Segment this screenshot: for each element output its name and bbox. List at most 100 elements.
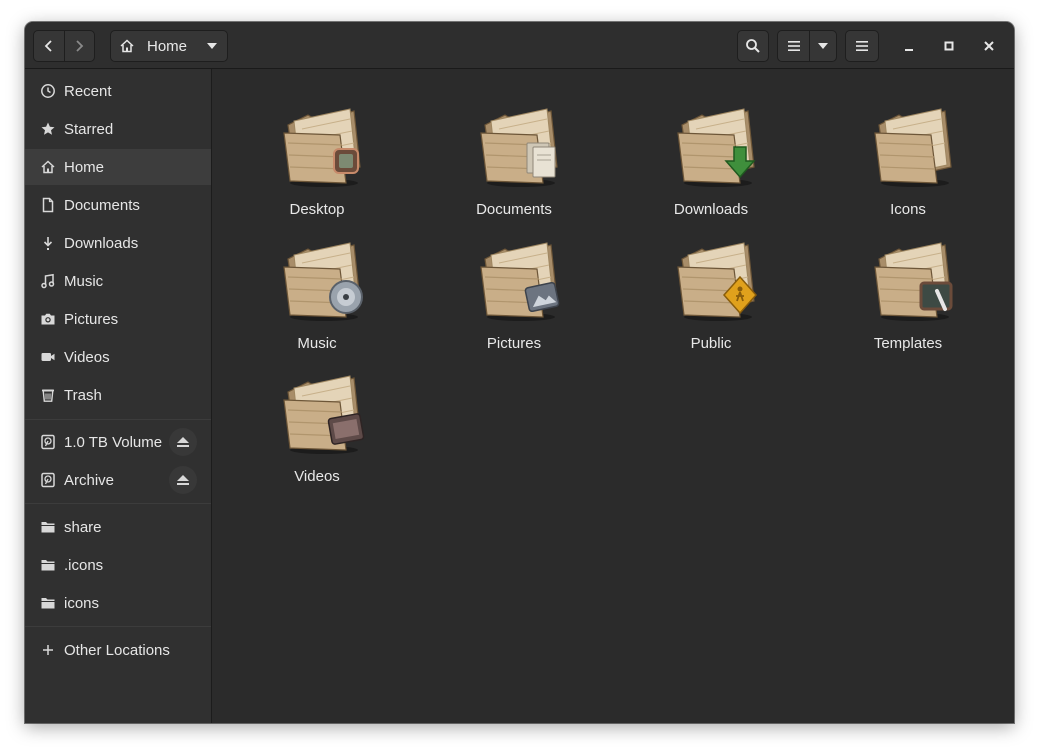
sidebar-item-share[interactable]: share (25, 509, 211, 545)
drive-icon (40, 434, 56, 450)
sidebar-item-dot-icons[interactable]: .icons (25, 547, 211, 583)
sidebar-item-home[interactable]: Home (25, 149, 211, 185)
folder-documents-icon (477, 107, 565, 187)
download-icon (40, 235, 56, 251)
file-item-icons[interactable]: Icons (823, 89, 993, 218)
file-manager-window: Home Recent Starred Home Documents Downl… (25, 22, 1014, 723)
sidebar-item-documents[interactable]: Documents (25, 187, 211, 223)
folder-icon (40, 595, 56, 611)
minimize-button[interactable] (896, 33, 922, 59)
file-item-downloads[interactable]: Downloads (626, 89, 796, 218)
sidebar: Recent Starred Home Documents Downloads … (25, 69, 212, 723)
chevron-left-icon (44, 40, 52, 52)
minimize-icon (905, 49, 913, 51)
forward-button[interactable] (63, 31, 95, 61)
folder-pictures-icon (477, 241, 565, 321)
sidebar-separator (25, 503, 211, 504)
sidebar-item-label: Starred (64, 120, 114, 138)
list-view-button[interactable] (778, 31, 809, 61)
star-icon (40, 121, 56, 137)
eject-icon (177, 437, 189, 447)
sidebar-item-label: Videos (64, 348, 110, 366)
sidebar-item-label: Other Locations (64, 641, 170, 659)
folder-templates-icon (871, 241, 959, 321)
sidebar-item-label: 1.0 TB Volume (64, 433, 163, 451)
sidebar-item-pictures[interactable]: Pictures (25, 301, 211, 337)
file-name: Pictures (486, 335, 542, 352)
file-item-videos[interactable]: Videos (232, 356, 402, 485)
folder-public-icon (674, 241, 762, 321)
close-icon (984, 41, 994, 51)
folder-videos-icon (280, 374, 368, 454)
navigation-buttons (33, 30, 95, 62)
file-name: Desktop (289, 201, 345, 218)
sidebar-item-music[interactable]: Music (25, 263, 211, 299)
sidebar-item-label: icons (64, 594, 100, 612)
view-options-dropdown[interactable] (809, 31, 836, 61)
sidebar-item-label: share (64, 518, 102, 536)
home-icon (120, 39, 134, 53)
file-item-documents[interactable]: Documents (429, 89, 599, 218)
sidebar-item-downloads[interactable]: Downloads (25, 225, 211, 261)
eject-button[interactable] (169, 428, 197, 456)
clock-icon (40, 83, 56, 99)
file-item-public[interactable]: Public (626, 223, 796, 352)
folder-desktop-icon (280, 107, 368, 187)
back-button[interactable] (34, 31, 64, 61)
folder-icon (40, 557, 56, 573)
chevron-down-icon[interactable] (207, 43, 217, 49)
home-icon (40, 159, 56, 175)
sidebar-item-icons[interactable]: icons (25, 585, 211, 621)
search-button[interactable] (737, 30, 769, 62)
maximize-icon (944, 41, 954, 51)
document-icon (40, 197, 56, 213)
path-bar-home[interactable]: Home (110, 30, 228, 62)
sidebar-item-trash[interactable]: Trash (25, 377, 211, 413)
sidebar-item-videos[interactable]: Videos (25, 339, 211, 375)
sidebar-item-archive[interactable]: Archive (25, 462, 211, 498)
folder-music-icon (280, 241, 368, 321)
drive-icon (40, 472, 56, 488)
sidebar-item-starred[interactable]: Starred (25, 111, 211, 147)
sidebar-item-label: Recent (64, 82, 112, 100)
plus-icon (40, 642, 56, 658)
file-item-pictures[interactable]: Pictures (429, 223, 599, 352)
sidebar-item-label: Downloads (64, 234, 139, 252)
sidebar-item-other-locations[interactable]: Other Locations (25, 632, 211, 668)
file-item-desktop[interactable]: Desktop (232, 89, 402, 218)
eject-button[interactable] (169, 466, 197, 494)
file-name: Public (690, 335, 732, 352)
sidebar-item-label: Documents (64, 196, 140, 214)
sidebar-item-recent[interactable]: Recent (25, 73, 211, 109)
chevron-down-icon (818, 43, 829, 49)
video-camera-icon (40, 349, 56, 365)
hamburger-menu-icon (856, 41, 868, 51)
camera-icon (40, 311, 56, 327)
main-menu-button[interactable] (845, 30, 879, 62)
file-item-music[interactable]: Music (232, 223, 402, 352)
trash-icon (40, 387, 56, 403)
file-name: Downloads (673, 201, 749, 218)
file-name: Documents (476, 201, 552, 218)
sidebar-item-label: Trash (64, 386, 102, 404)
sidebar-item-label: Pictures (64, 310, 119, 328)
file-item-templates[interactable]: Templates (823, 223, 993, 352)
folder-icons-icon (871, 107, 959, 187)
path-bar-label: Home (147, 37, 188, 55)
folder-downloads-icon (674, 107, 762, 187)
file-name: Templates (873, 335, 943, 352)
chevron-right-icon (76, 40, 84, 52)
file-name: Icons (890, 201, 926, 218)
sidebar-separator (25, 626, 211, 627)
close-button[interactable] (976, 33, 1002, 59)
file-name: Music (297, 335, 337, 352)
file-grid: Desktop Documents Downloads Icons Music … (212, 69, 1014, 723)
folder-icon (40, 519, 56, 535)
view-options (777, 30, 837, 62)
sidebar-separator (25, 419, 211, 420)
sidebar-item-label: .icons (64, 556, 104, 574)
sidebar-item-label: Music (64, 272, 104, 290)
file-name: Videos (294, 468, 340, 485)
maximize-button[interactable] (936, 33, 962, 59)
sidebar-item-1tb-volume[interactable]: 1.0 TB Volume (25, 424, 211, 460)
